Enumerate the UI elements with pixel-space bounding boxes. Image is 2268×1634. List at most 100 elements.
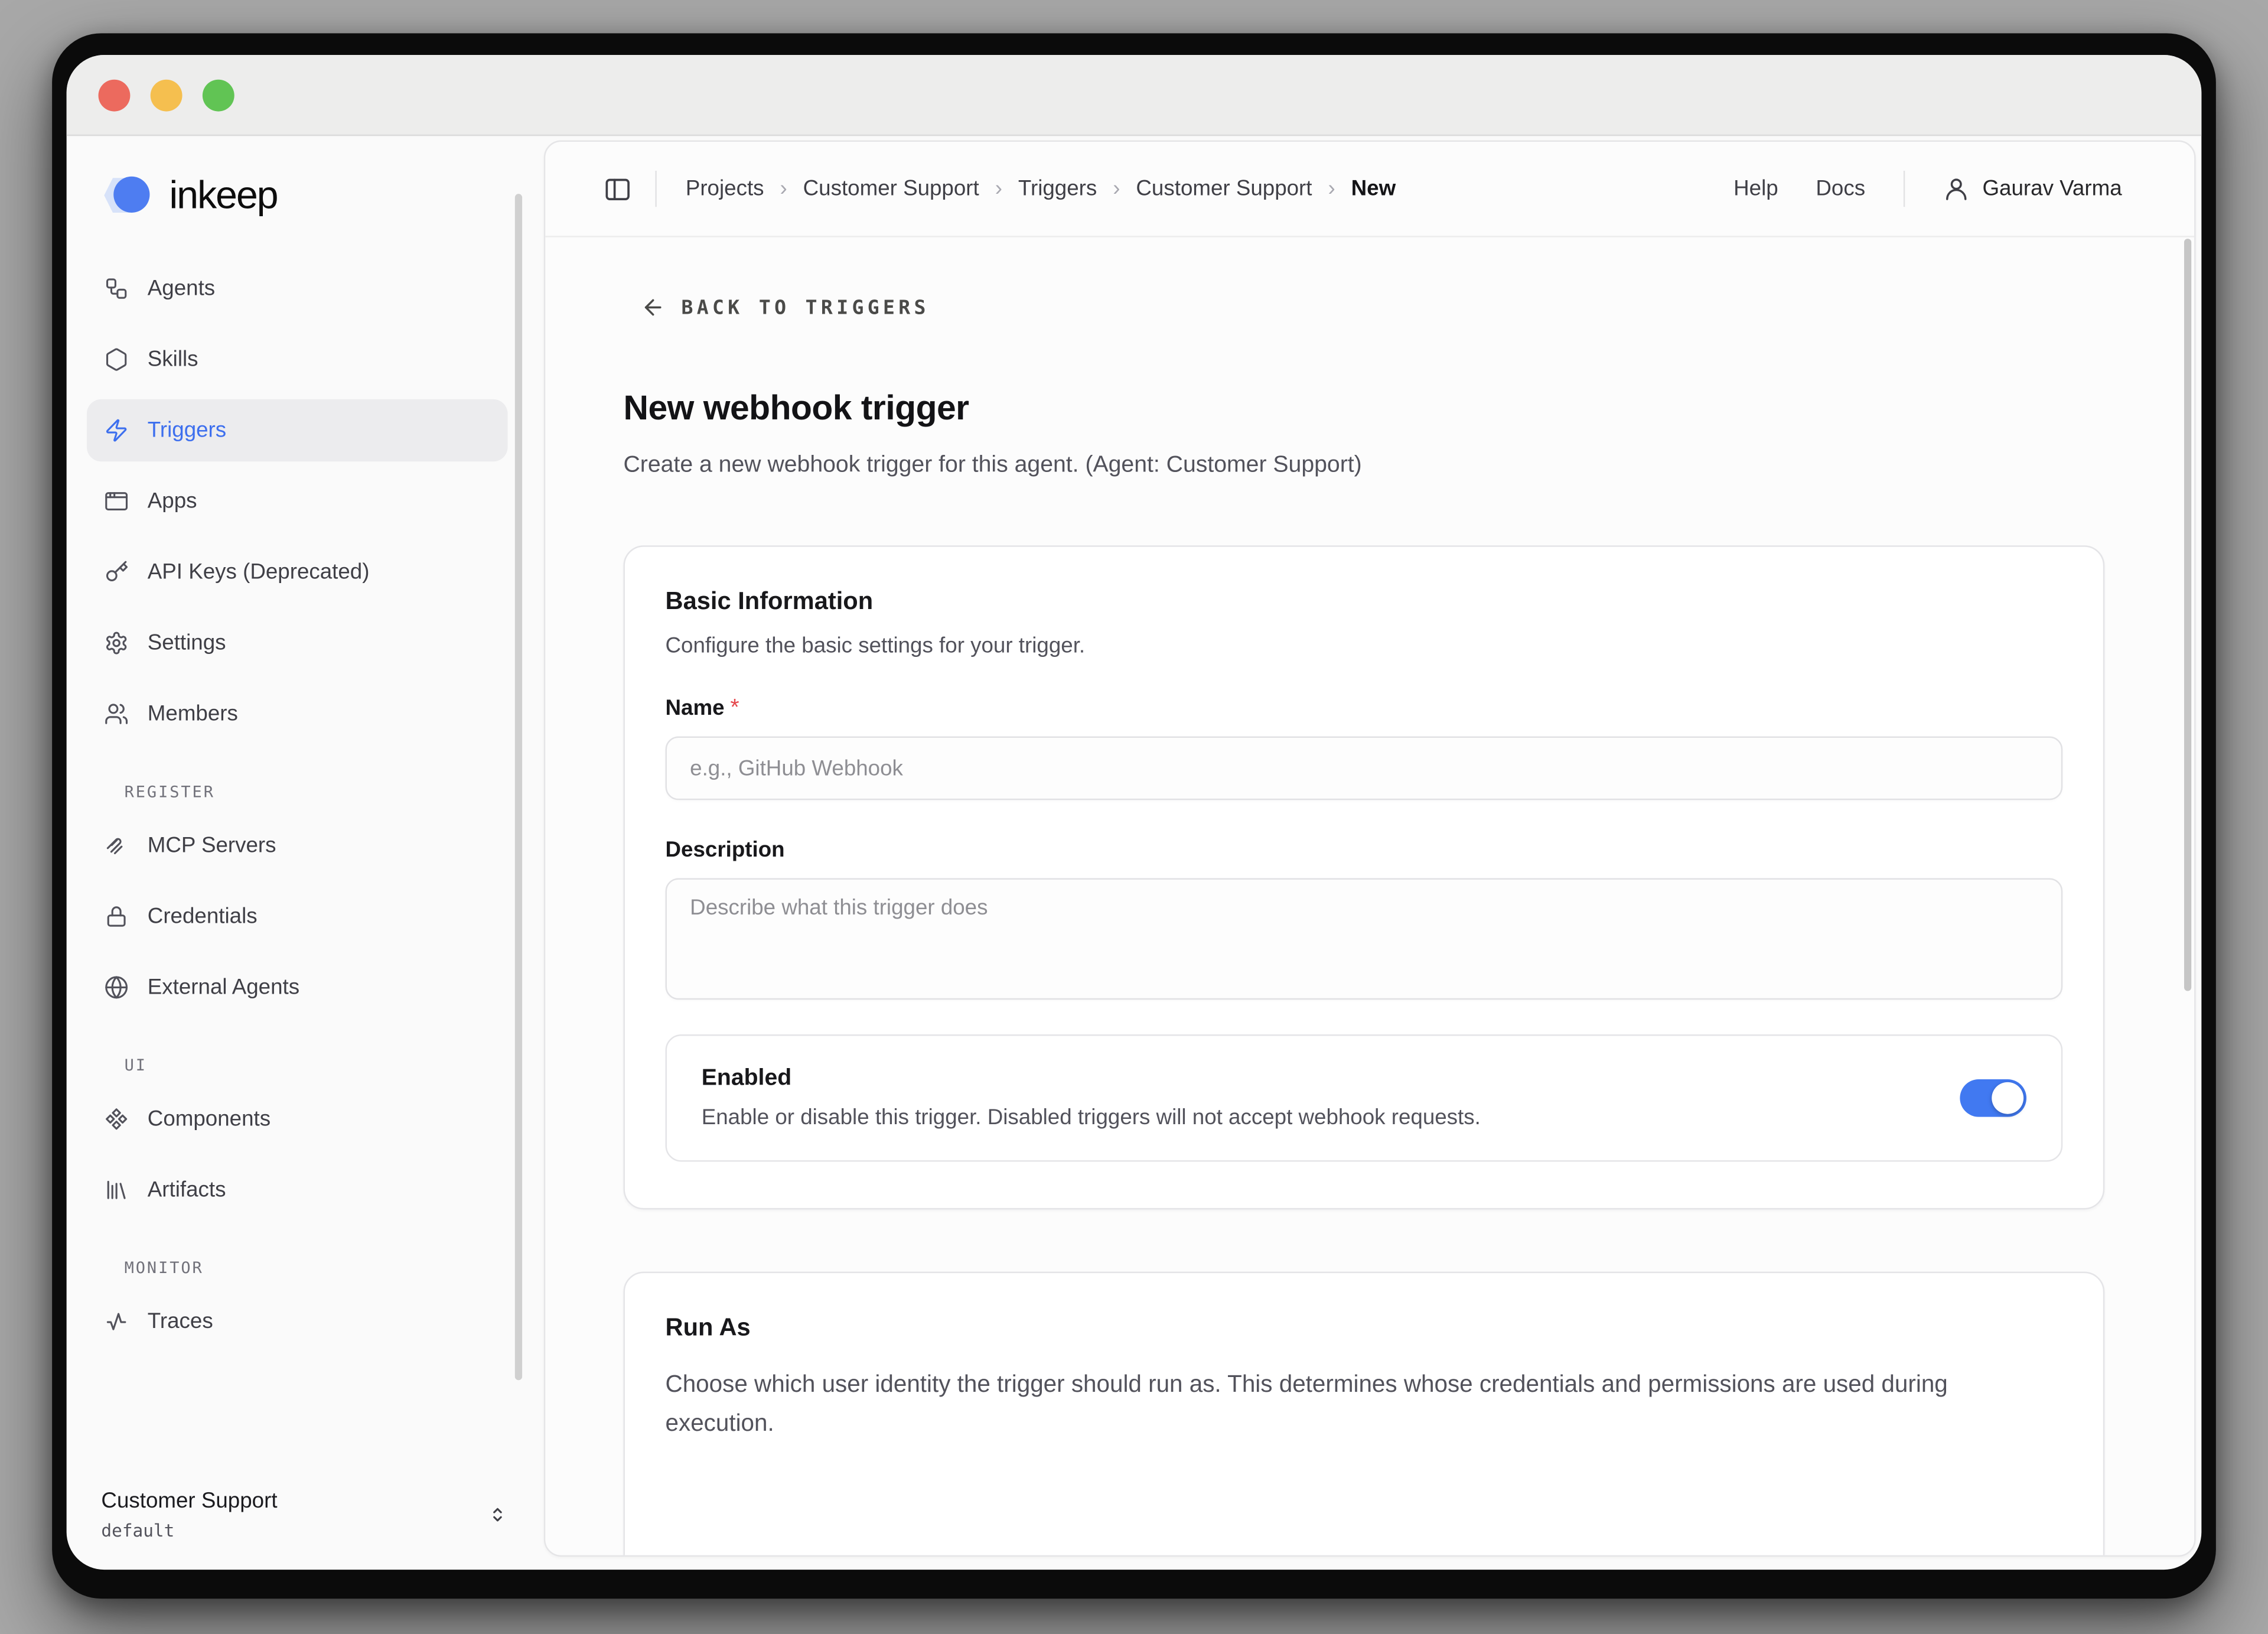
breadcrumb-projects[interactable]: Projects	[686, 177, 764, 201]
minimize-window-button[interactable]	[151, 79, 183, 110]
sidebar-item-credentials[interactable]: Credentials	[87, 886, 508, 948]
card-title: Basic Information	[666, 587, 2063, 616]
project-name: Customer Support	[101, 1489, 277, 1513]
sidebar-item-label: Apps	[148, 489, 197, 514]
main-panel: Projects › Customer Support › Triggers ›…	[544, 141, 2196, 1557]
sidebar-item-triggers[interactable]: Triggers	[87, 399, 508, 461]
project-environment: default	[101, 1521, 277, 1541]
sidebar-item-mcp-servers[interactable]: MCP Servers	[87, 815, 508, 877]
description-label: Description	[666, 838, 785, 862]
sidebar-item-members[interactable]: Members	[87, 683, 508, 745]
sidebar-item-traces[interactable]: Traces	[87, 1290, 508, 1352]
sidebar-toggle-icon[interactable]	[603, 174, 632, 203]
header-divider	[655, 171, 656, 207]
inkeep-logo-icon	[99, 171, 157, 220]
sidebar-item-apps[interactable]: Apps	[87, 470, 508, 532]
sidebar-item-agents[interactable]: Agents	[87, 258, 508, 320]
enabled-toggle[interactable]	[1960, 1079, 2026, 1117]
sidebar-item-label: Members	[148, 702, 238, 727]
gear-icon	[104, 631, 129, 656]
required-marker: *	[730, 696, 739, 721]
page-content: BACK TO TRIGGERS New webhook trigger Cre…	[545, 237, 2194, 1555]
sidebar-nav: Agents Skills Triggers Apps	[67, 258, 544, 1362]
sidebar-item-label: Components	[148, 1106, 271, 1131]
app-window-icon	[104, 489, 129, 514]
library-icon	[104, 1177, 129, 1202]
arrow-left-icon	[641, 295, 666, 320]
help-link[interactable]: Help	[1733, 177, 1778, 201]
user-name: Gaurav Varma	[1982, 177, 2122, 201]
browser-window: inkeep Agents Skills Trig	[67, 55, 2202, 1570]
breadcrumb-separator: ›	[780, 177, 787, 201]
sidebar-item-components[interactable]: Components	[87, 1088, 508, 1150]
breadcrumb-separator: ›	[1328, 177, 1335, 201]
enabled-description: Enable or disable this trigger. Disabled…	[702, 1105, 1481, 1130]
breadcrumb-agent[interactable]: Customer Support	[1136, 177, 1312, 201]
run-as-card: Run As Choose which user identity the tr…	[624, 1272, 2105, 1555]
sidebar-item-skills[interactable]: Skills	[87, 328, 508, 390]
breadcrumb-customer-support[interactable]: Customer Support	[803, 177, 979, 201]
card-title: Run As	[666, 1314, 2063, 1343]
section-label-register: REGISTER	[125, 783, 508, 802]
zap-icon	[104, 418, 129, 443]
sidebar-item-label: API Keys (Deprecated)	[148, 560, 370, 585]
description-field-group: Description	[666, 838, 2063, 1000]
window-titlebar	[67, 55, 2202, 136]
sidebar-item-settings[interactable]: Settings	[87, 612, 508, 674]
name-label: Name	[666, 696, 725, 721]
traffic-lights	[99, 79, 234, 110]
name-input[interactable]	[666, 737, 2063, 800]
project-switcher-labels: Customer Support default	[101, 1489, 277, 1541]
browser-window-frame: inkeep Agents Skills Trig	[52, 33, 2216, 1599]
key-icon	[104, 560, 129, 585]
hexagon-icon	[104, 347, 129, 372]
sidebar-item-api-keys[interactable]: API Keys (Deprecated)	[87, 541, 508, 603]
user-menu[interactable]: Gaurav Varma	[1942, 175, 2122, 203]
enabled-label: Enabled	[702, 1066, 1481, 1092]
enabled-texts: Enabled Enable or disable this trigger. …	[702, 1066, 1481, 1130]
enabled-setting-box: Enabled Enable or disable this trigger. …	[666, 1034, 2063, 1162]
zoom-window-button[interactable]	[203, 79, 234, 110]
page-subtitle: Create a new webhook trigger for this ag…	[624, 453, 2105, 479]
section-label-monitor: MONITOR	[125, 1259, 508, 1278]
lock-icon	[104, 904, 129, 929]
docs-link[interactable]: Docs	[1816, 177, 1865, 201]
screen: inkeep Agents Skills Trig	[0, 0, 2268, 1634]
sidebar-item-artifacts[interactable]: Artifacts	[87, 1159, 508, 1221]
breadcrumb-current-new: New	[1351, 177, 1396, 201]
back-to-triggers-link[interactable]: BACK TO TRIGGERS	[641, 295, 2104, 320]
project-switcher[interactable]: Customer Support default	[67, 1474, 544, 1550]
description-textarea[interactable]	[666, 878, 2063, 1000]
section-label-ui: UI	[125, 1056, 508, 1075]
sidebar-item-label: Traces	[148, 1309, 213, 1334]
sidebar-item-label: Agents	[148, 276, 215, 301]
breadcrumb: Projects › Customer Support › Triggers ›…	[686, 177, 1396, 201]
breadcrumb-bar: Projects › Customer Support › Triggers ›…	[545, 142, 2194, 237]
mcp-icon	[104, 834, 129, 858]
run-as-description: Choose which user identity the trigger s…	[666, 1366, 2063, 1443]
sidebar: inkeep Agents Skills Trig	[67, 136, 544, 1570]
breadcrumb-separator: ›	[995, 177, 1002, 201]
component-icon	[104, 1106, 129, 1131]
logo-text: inkeep	[170, 173, 278, 218]
sidebar-scrollbar[interactable]	[515, 194, 522, 1380]
sidebar-item-label: MCP Servers	[148, 834, 276, 858]
sidebar-item-label: Triggers	[148, 418, 226, 443]
app-body: inkeep Agents Skills Trig	[67, 136, 2202, 1570]
inkeep-logo: inkeep	[99, 171, 544, 220]
breadcrumb-triggers[interactable]: Triggers	[1018, 177, 1097, 201]
sidebar-item-label: Artifacts	[148, 1177, 226, 1202]
sidebar-item-label: Credentials	[148, 904, 258, 929]
workflow-icon	[104, 276, 129, 301]
user-icon	[1942, 175, 1970, 203]
users-icon	[104, 702, 129, 727]
card-subtitle: Configure the basic settings for your tr…	[666, 634, 2063, 659]
sidebar-item-external-agents[interactable]: External Agents	[87, 956, 508, 1018]
page-title: New webhook trigger	[624, 389, 2105, 430]
chevrons-up-down-icon	[486, 1503, 509, 1526]
content-scrollbar[interactable]	[2184, 239, 2191, 991]
activity-icon	[104, 1309, 129, 1334]
header-right-group: Help Docs Gaurav Varma	[1733, 171, 2122, 207]
close-window-button[interactable]	[99, 79, 131, 110]
basic-information-card: Basic Information Configure the basic se…	[624, 545, 2105, 1209]
